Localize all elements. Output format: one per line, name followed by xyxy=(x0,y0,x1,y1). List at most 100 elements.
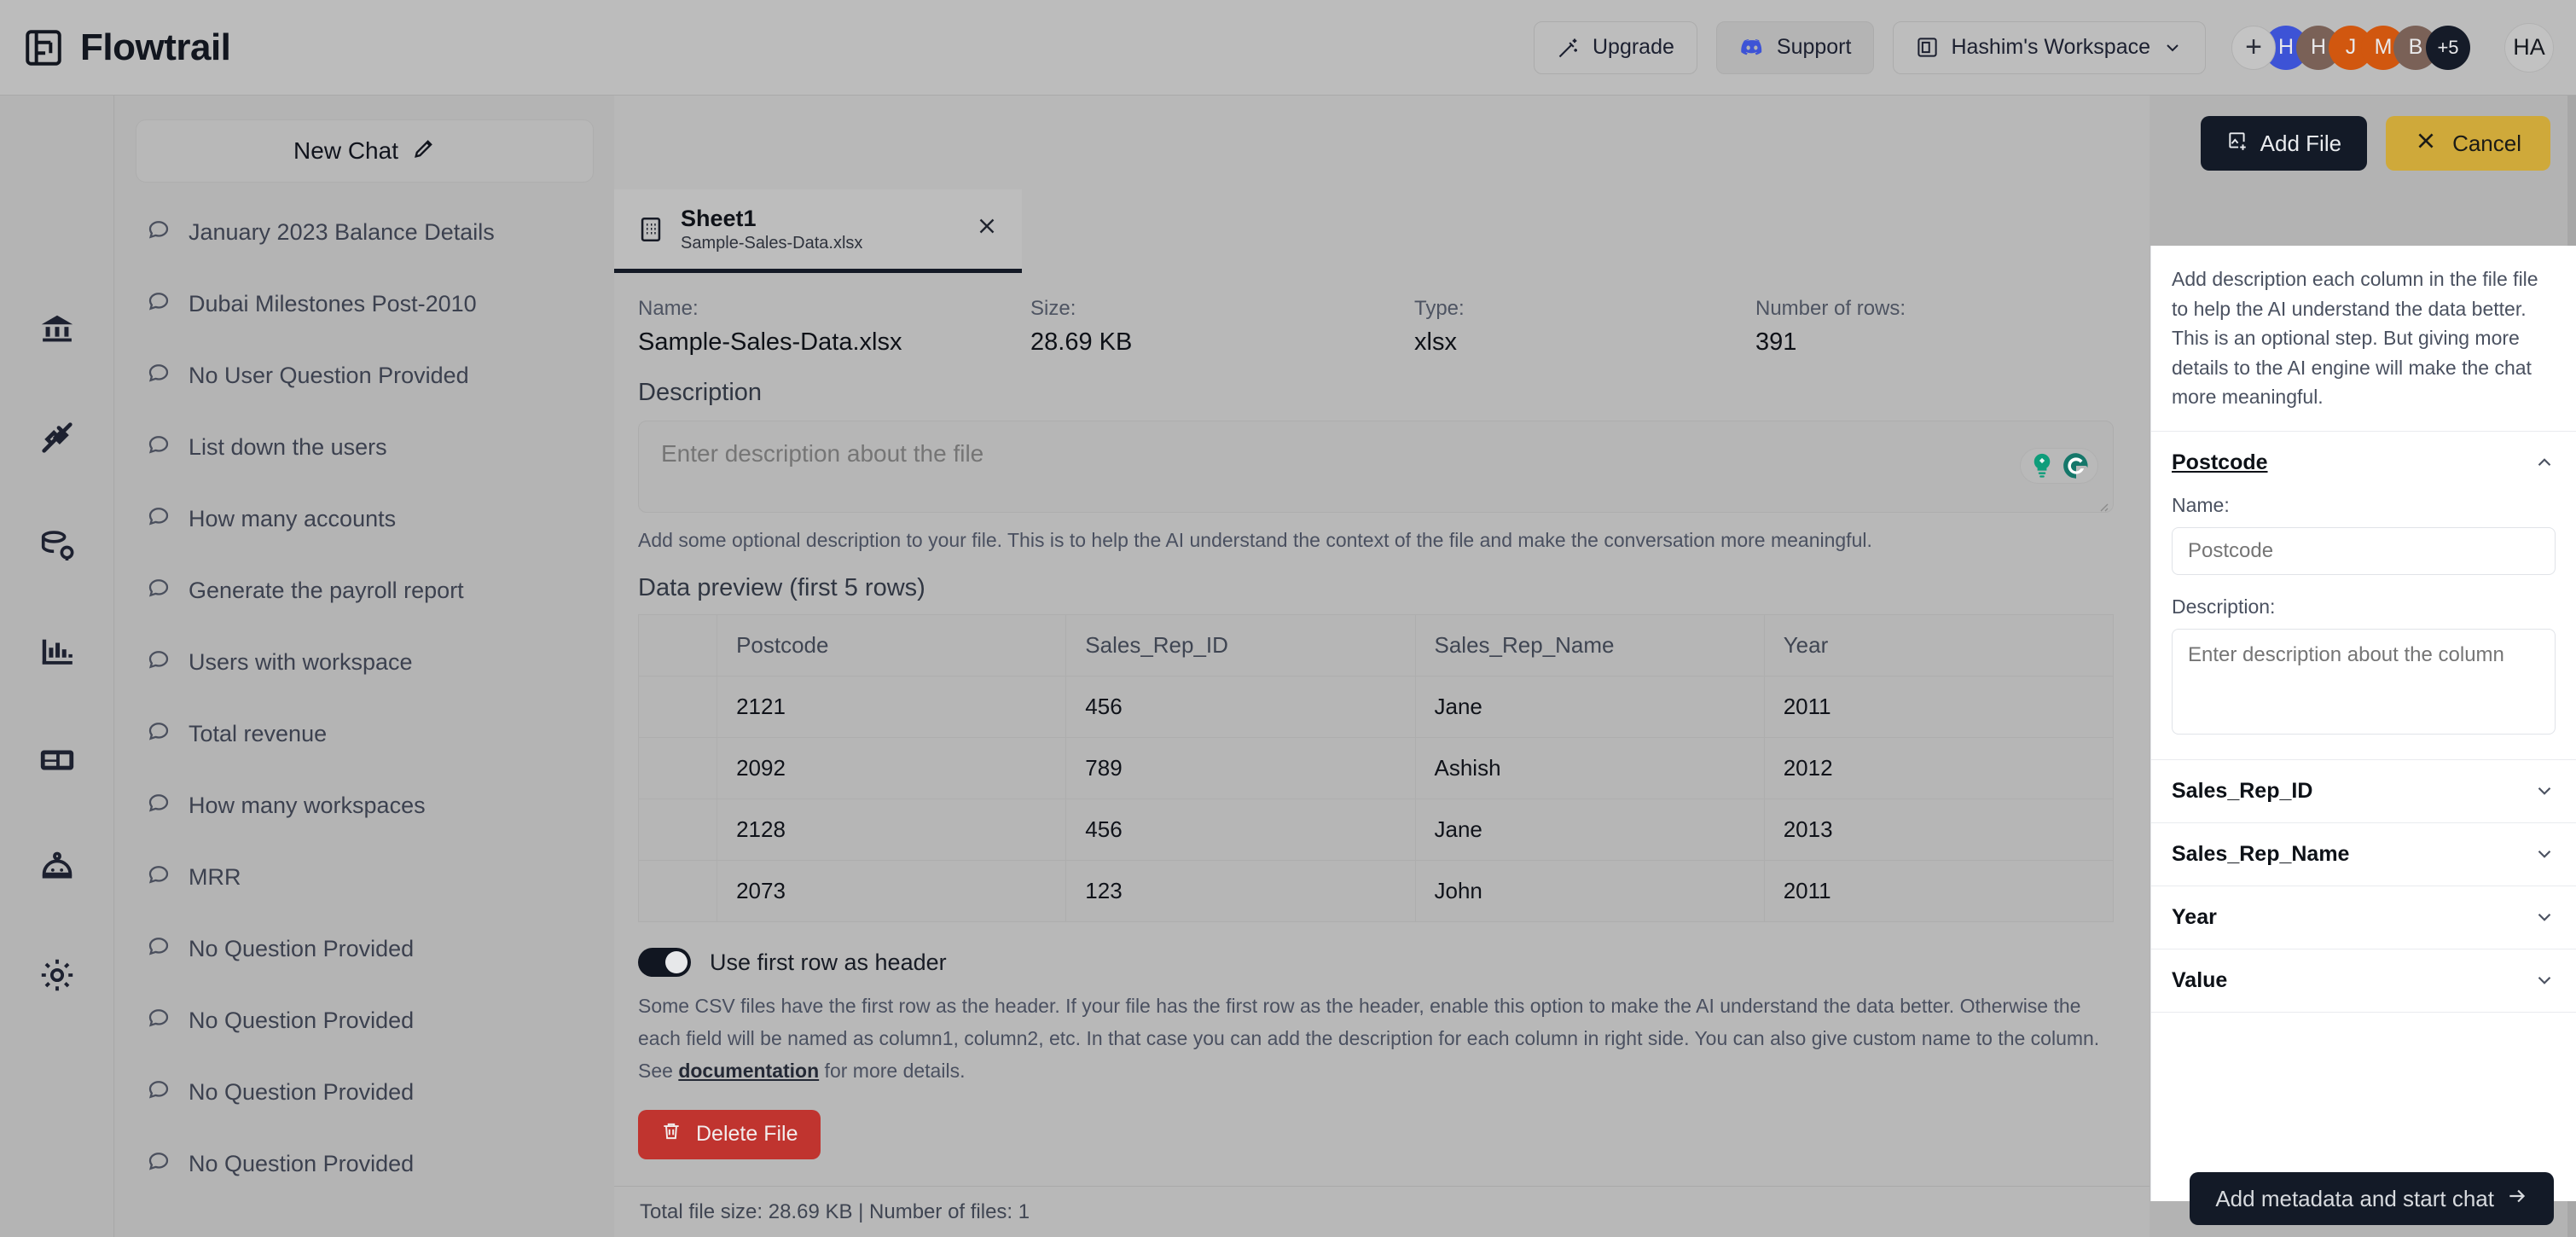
column-accordion-header-sales-rep-name[interactable]: Sales_Rep_Name xyxy=(2151,823,2576,886)
table-cell: 789 xyxy=(1065,737,1416,799)
chevron-down-icon xyxy=(2533,906,2556,928)
chat-list-item[interactable]: January 2023 Balance Details xyxy=(136,212,594,253)
chat-list-item[interactable]: No Question Provided xyxy=(136,1000,594,1041)
column-name-sales-rep-id: Sales_Rep_ID xyxy=(2172,778,2313,803)
add-member-button[interactable]: + xyxy=(2231,25,2276,70)
icon-rail xyxy=(0,96,114,1237)
chat-list-item[interactable]: Total revenue xyxy=(136,713,594,754)
delete-file-button[interactable]: Delete File xyxy=(638,1109,821,1159)
workspace-selector[interactable]: Hashim's Workspace xyxy=(1893,20,2206,74)
column-description-input[interactable] xyxy=(2172,628,2556,735)
table-column-header: Sales_Rep_Name xyxy=(1414,614,1765,677)
table-header-row: Postcode Sales_Rep_ID Sales_Rep_Name Year xyxy=(637,614,2115,677)
gear-icon[interactable] xyxy=(38,955,77,995)
dashboard-card-icon[interactable] xyxy=(38,740,77,780)
table-cell xyxy=(637,737,718,799)
bar-chart-icon[interactable] xyxy=(38,633,77,672)
description-section-title: Description xyxy=(638,379,763,406)
trash-icon xyxy=(660,1120,682,1148)
chat-list-item-label: No Question Provided xyxy=(189,1150,415,1176)
chat-bubble-icon xyxy=(146,360,173,392)
chat-list-item[interactable]: Generate the payroll report xyxy=(136,570,594,611)
chat-bubble-icon xyxy=(146,1077,173,1108)
chat-list-item[interactable]: No Question Provided xyxy=(136,928,594,969)
grammarly-widget[interactable] xyxy=(2020,448,2098,484)
meta-size-value: 28.69 KB xyxy=(1030,328,1133,356)
column-name-sales-rep-name: Sales_Rep_Name xyxy=(2172,841,2350,866)
upgrade-button[interactable]: Upgrade xyxy=(1533,20,1697,74)
chat-bubble-icon xyxy=(146,862,173,893)
chat-bubble-icon xyxy=(146,1005,173,1037)
chat-bubble-icon xyxy=(146,503,173,535)
chevron-down-icon xyxy=(2533,780,2556,802)
first-row-header-toggle-row: Use first row as header xyxy=(638,948,2112,977)
database-settings-icon[interactable] xyxy=(38,526,77,565)
add-metadata-start-chat-button[interactable]: Add metadata and start chat xyxy=(2190,1172,2554,1225)
file-metadata-modal: Add File Cancel Sheet1 Sample-Sales-Data… xyxy=(614,96,2550,1237)
textarea-resize-handle[interactable] xyxy=(2095,498,2109,512)
help-text-part-2: for more details. xyxy=(819,1059,966,1082)
new-chat-button[interactable]: New Chat xyxy=(136,119,594,183)
footer-status-text: Total file size: 28.69 KB | Number of fi… xyxy=(640,1199,1030,1223)
cancel-button[interactable]: Cancel xyxy=(2386,116,2550,171)
column-name-input[interactable] xyxy=(2172,526,2556,575)
chat-list-item-label: How many workspaces xyxy=(189,792,426,818)
chat-list-item[interactable]: No Question Provided xyxy=(136,1071,594,1112)
chat-list-item[interactable]: MRR xyxy=(136,857,594,897)
table-body: 2121 456 Jane 2011 2092 789 Ashish 2012 2128 456 J… xyxy=(637,676,2115,922)
robot-icon[interactable] xyxy=(38,848,77,887)
file-meta-row: Name: Sample-Sales-Data.xlsx Size: 28.69… xyxy=(638,297,2112,357)
file-tab-close-icon[interactable] xyxy=(974,213,1000,246)
column-name-postcode: Postcode xyxy=(2172,450,2268,474)
meta-type: Type: xlsx xyxy=(1414,297,1755,357)
avatar-overflow-count[interactable]: +5 xyxy=(2426,25,2470,70)
close-x-icon xyxy=(2415,130,2437,158)
table-cell: Ashish xyxy=(1414,737,1765,799)
plug-connection-icon[interactable] xyxy=(38,418,77,457)
chat-list-item-label: How many accounts xyxy=(189,505,397,531)
modal-footer: Total file size: 28.69 KB | Number of fi… xyxy=(614,1186,2150,1237)
chat-list-item[interactable]: No Question Provided xyxy=(136,1143,594,1184)
brand[interactable]: Flowtrail xyxy=(0,26,231,69)
column-accordion-header-sales-rep-id[interactable]: Sales_Rep_ID xyxy=(2151,760,2576,822)
description-field-wrap xyxy=(638,421,2114,517)
avatar-group[interactable]: + H H J M B +5 xyxy=(2231,25,2470,70)
chat-list-item[interactable]: Dubai Milestones Post-2010 xyxy=(136,283,594,324)
chat-list-item[interactable]: List down the users xyxy=(136,427,594,468)
chat-list-item-label: Generate the payroll report xyxy=(189,577,464,603)
chat-bubble-icon xyxy=(146,933,173,965)
meta-rows: Number of rows: 391 xyxy=(1755,297,1906,357)
first-row-header-toggle[interactable] xyxy=(638,948,691,977)
table-cell: 2011 xyxy=(1763,860,2115,922)
file-tab-title: Sheet1 xyxy=(681,205,757,231)
column-accordion-header-year[interactable]: Year xyxy=(2151,886,2576,949)
first-row-header-help: Some CSV files have the first row as the… xyxy=(638,990,2114,1088)
chat-bubble-icon xyxy=(146,432,173,463)
table-cell xyxy=(637,860,718,922)
column-accordion-header-postcode[interactable]: Postcode xyxy=(2151,432,2576,494)
chat-list-item-label: Users with workspace xyxy=(189,648,413,675)
chat-list-item[interactable]: No User Question Provided xyxy=(136,355,594,396)
file-tab-sheet1[interactable]: Sheet1 Sample-Sales-Data.xlsx xyxy=(614,189,1022,273)
table-row: 2073 123 John 2011 xyxy=(637,860,2115,922)
column-name-year: Year xyxy=(2172,904,2217,929)
add-file-button[interactable]: Add File xyxy=(2200,116,2368,171)
chat-list-item-label: Dubai Milestones Post-2010 xyxy=(189,290,477,317)
chat-list-item[interactable]: How many workspaces xyxy=(136,785,594,826)
modal-action-bar: Add File Cancel xyxy=(614,96,2576,191)
file-description-input[interactable] xyxy=(638,421,2114,513)
chat-list-item[interactable]: How many accounts xyxy=(136,498,594,539)
chat-list-item[interactable]: Users with workspace xyxy=(136,642,594,682)
home-icon[interactable] xyxy=(38,311,77,350)
support-button[interactable]: Support xyxy=(1715,20,1875,74)
column-accordion-postcode: Postcode Name: Description: xyxy=(2151,432,2576,760)
first-row-header-label: Use first row as header xyxy=(710,949,947,975)
column-accordion-header-value[interactable]: Value xyxy=(2151,950,2576,1012)
user-avatar[interactable]: HA xyxy=(2504,22,2554,73)
upgrade-label: Upgrade xyxy=(1592,35,1674,59)
documentation-link[interactable]: documentation xyxy=(678,1060,819,1082)
chat-list: January 2023 Balance Details Dubai Milest… xyxy=(136,212,594,1184)
meta-name: Name: Sample-Sales-Data.xlsx xyxy=(638,297,1030,357)
column-metadata-panel: Add description each column in the file … xyxy=(2150,246,2576,1201)
delete-file-label: Delete File xyxy=(696,1122,798,1147)
